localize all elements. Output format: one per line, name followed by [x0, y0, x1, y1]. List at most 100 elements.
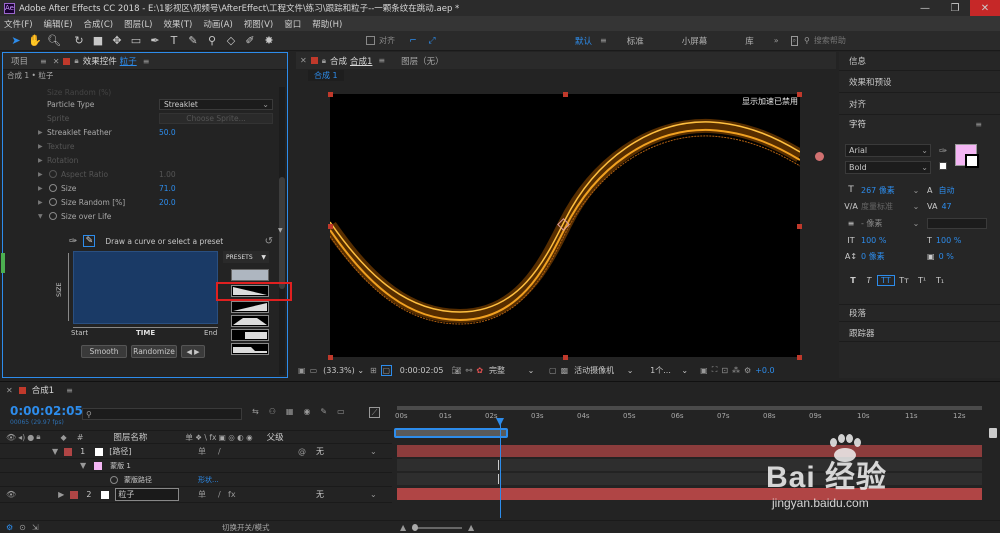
- current-timecode[interactable]: 0:00:02:05: [10, 404, 83, 418]
- layer-handle-tc[interactable]: [563, 92, 568, 97]
- stopwatch-icon[interactable]: [49, 198, 57, 206]
- eyedropper-icon[interactable]: ✑: [939, 146, 947, 157]
- composition-canvas[interactable]: 显示加速已禁用: [330, 94, 800, 357]
- tab-effect-layer[interactable]: 粒子: [120, 55, 137, 67]
- stroke-width-value[interactable]: - 像素: [861, 218, 911, 229]
- layer-name-column[interactable]: 图层名称: [113, 431, 147, 443]
- time-ruler[interactable]: 00s 01s 02s 03s 04s 05s 06s 07s 08s 09s …: [395, 412, 985, 426]
- layer-handle-bc[interactable]: [563, 355, 568, 360]
- chevron-down-icon[interactable]: ⌄: [370, 490, 377, 499]
- zoom-slider-thumb[interactable]: [412, 524, 418, 531]
- lock-icon[interactable]: 🔒︎: [322, 56, 326, 66]
- parent-value[interactable]: 无: [316, 446, 324, 457]
- motion-blur-icon[interactable]: ◉: [303, 407, 310, 416]
- superscript-button[interactable]: T¹: [913, 276, 931, 285]
- timeline-comp-tab[interactable]: 合成1: [32, 384, 54, 396]
- camera-dropdown[interactable]: 活动摄像机 ⌄: [574, 365, 646, 376]
- particle-type-dropdown[interactable]: Streaklet ⌄: [159, 98, 273, 110]
- snap-checkbox[interactable]: [366, 36, 375, 45]
- snapshot-icon[interactable]: 📷︎: [451, 366, 461, 375]
- stroke-style-dropdown[interactable]: [927, 217, 987, 229]
- close-tab-icon[interactable]: ✕: [300, 56, 307, 65]
- section-align[interactable]: 对齐: [839, 93, 1000, 115]
- section-effects-presets[interactable]: 效果和预设: [839, 71, 1000, 93]
- menu-window[interactable]: 窗口: [284, 18, 301, 30]
- tab-effect-controls[interactable]: 效果控件: [83, 55, 117, 67]
- tab-composition[interactable]: 合成: [330, 55, 347, 67]
- zoom-tool-icon[interactable]: 🔍︎: [46, 33, 62, 49]
- quality-switch-icon[interactable]: /: [218, 447, 221, 456]
- layer-row[interactable]: ▼ 蒙版 1: [0, 459, 392, 473]
- layer-handle-tr[interactable]: [797, 92, 802, 97]
- playhead-head-icon[interactable]: [496, 418, 504, 426]
- toggle-pixel-icon[interactable]: ▣: [700, 366, 708, 375]
- tracking-value[interactable]: 47: [941, 202, 951, 211]
- toggle-stretch-icon[interactable]: ⇲: [32, 523, 39, 532]
- exposure-reset-icon[interactable]: ⚙: [744, 366, 751, 375]
- magnification-dropdown[interactable]: (33.3%) ⌄: [323, 366, 364, 375]
- smooth-button[interactable]: Smooth: [81, 345, 127, 358]
- leading-value[interactable]: 自动: [938, 185, 954, 196]
- always-preview-icon[interactable]: ▣: [298, 366, 306, 375]
- randomize-button[interactable]: Randomize: [131, 345, 177, 358]
- close-tab-icon[interactable]: ✕: [6, 386, 13, 395]
- pan-behind-tool-icon[interactable]: ✥: [109, 33, 125, 49]
- size-curve-graph[interactable]: [73, 251, 218, 324]
- roto-brush-icon[interactable]: ✐: [242, 33, 258, 49]
- camera-tool-icon[interactable]: ■: [90, 33, 106, 49]
- section-info[interactable]: 信息: [839, 52, 1000, 71]
- stopwatch-icon[interactable]: [49, 184, 57, 192]
- reset-icon[interactable]: ↺: [265, 236, 273, 247]
- expand-triangle-icon[interactable]: ▼: [52, 447, 58, 456]
- tab-project[interactable]: 项目: [11, 55, 28, 67]
- all-caps-button[interactable]: TT: [877, 274, 895, 286]
- workspace-menu-icon[interactable]: ≡: [600, 36, 607, 45]
- zoom-slider[interactable]: [412, 527, 462, 529]
- parent-column[interactable]: 父级: [267, 431, 284, 443]
- workspace-overflow-icon[interactable]: »: [774, 36, 779, 45]
- subscript-button[interactable]: T₁: [931, 276, 949, 285]
- clone-stamp-icon[interactable]: ⚲: [204, 33, 220, 49]
- snap-option-icon[interactable]: ⌐: [405, 33, 421, 49]
- chevron-down-icon[interactable]: ⌄: [370, 447, 377, 456]
- expand-triangle-icon[interactable]: ▶: [38, 185, 43, 192]
- minimize-button[interactable]: —: [910, 0, 940, 16]
- parent-pickwhip-icon[interactable]: @: [298, 447, 306, 456]
- type-tool-icon[interactable]: T: [166, 33, 182, 49]
- fast-preview-icon[interactable]: ⛶: [712, 365, 718, 375]
- workspace-default[interactable]: 默认: [575, 35, 592, 47]
- layer-handle-bl[interactable]: [328, 355, 333, 360]
- workspace-libraries[interactable]: 库: [745, 35, 754, 47]
- draft-3d-icon[interactable]: ⇆: [252, 407, 259, 416]
- quality-switch-icon[interactable]: /: [218, 490, 221, 499]
- shy-switch-icon[interactable]: 单: [198, 489, 206, 500]
- layer-row[interactable]: 蒙版路径 形状...: [0, 473, 392, 487]
- help-search-input[interactable]: [813, 34, 896, 47]
- eraser-tool-icon[interactable]: ◇: [223, 33, 239, 49]
- shy-switch-icon[interactable]: 单: [198, 446, 206, 457]
- visibility-eye-icon[interactable]: 👁︎: [6, 490, 16, 499]
- panel-scrollbar[interactable]: ▼: [278, 87, 285, 375]
- layer-handle-mr[interactable]: [797, 224, 802, 229]
- zoom-out-icon[interactable]: ▲: [400, 523, 406, 532]
- kerning-value[interactable]: 度量标准: [861, 201, 911, 212]
- layer-handle-tl[interactable]: [328, 92, 333, 97]
- tab-composition-name[interactable]: 合成1: [350, 55, 372, 67]
- parent-value[interactable]: 无: [316, 489, 324, 500]
- preset-ramp-up[interactable]: [231, 301, 269, 313]
- preset-pulse[interactable]: [231, 343, 269, 355]
- graph-editor-icon[interactable]: ✎: [320, 407, 327, 416]
- expand-triangle-icon[interactable]: ▶: [38, 129, 43, 136]
- brainstorm-icon[interactable]: ▭: [337, 407, 345, 416]
- section-paragraph[interactable]: 段落: [839, 304, 1000, 322]
- font-family-dropdown[interactable]: Arial ⌄: [845, 144, 931, 157]
- expand-triangle-icon[interactable]: ▶: [38, 199, 43, 206]
- tab-menu-icon[interactable]: ≡: [378, 56, 385, 65]
- font-style-dropdown[interactable]: Bold ⌄: [845, 161, 931, 174]
- exposure-value[interactable]: +0.0: [755, 366, 774, 375]
- menu-help[interactable]: 帮助(H): [312, 18, 342, 30]
- label-color[interactable]: [70, 490, 79, 499]
- transparency-grid-icon[interactable]: ▢: [380, 364, 392, 376]
- layer-row[interactable]: ▼ 1 [路径] 单 / @ 无 ⌄: [0, 445, 392, 459]
- show-snapshot-icon[interactable]: ⚯: [466, 366, 473, 375]
